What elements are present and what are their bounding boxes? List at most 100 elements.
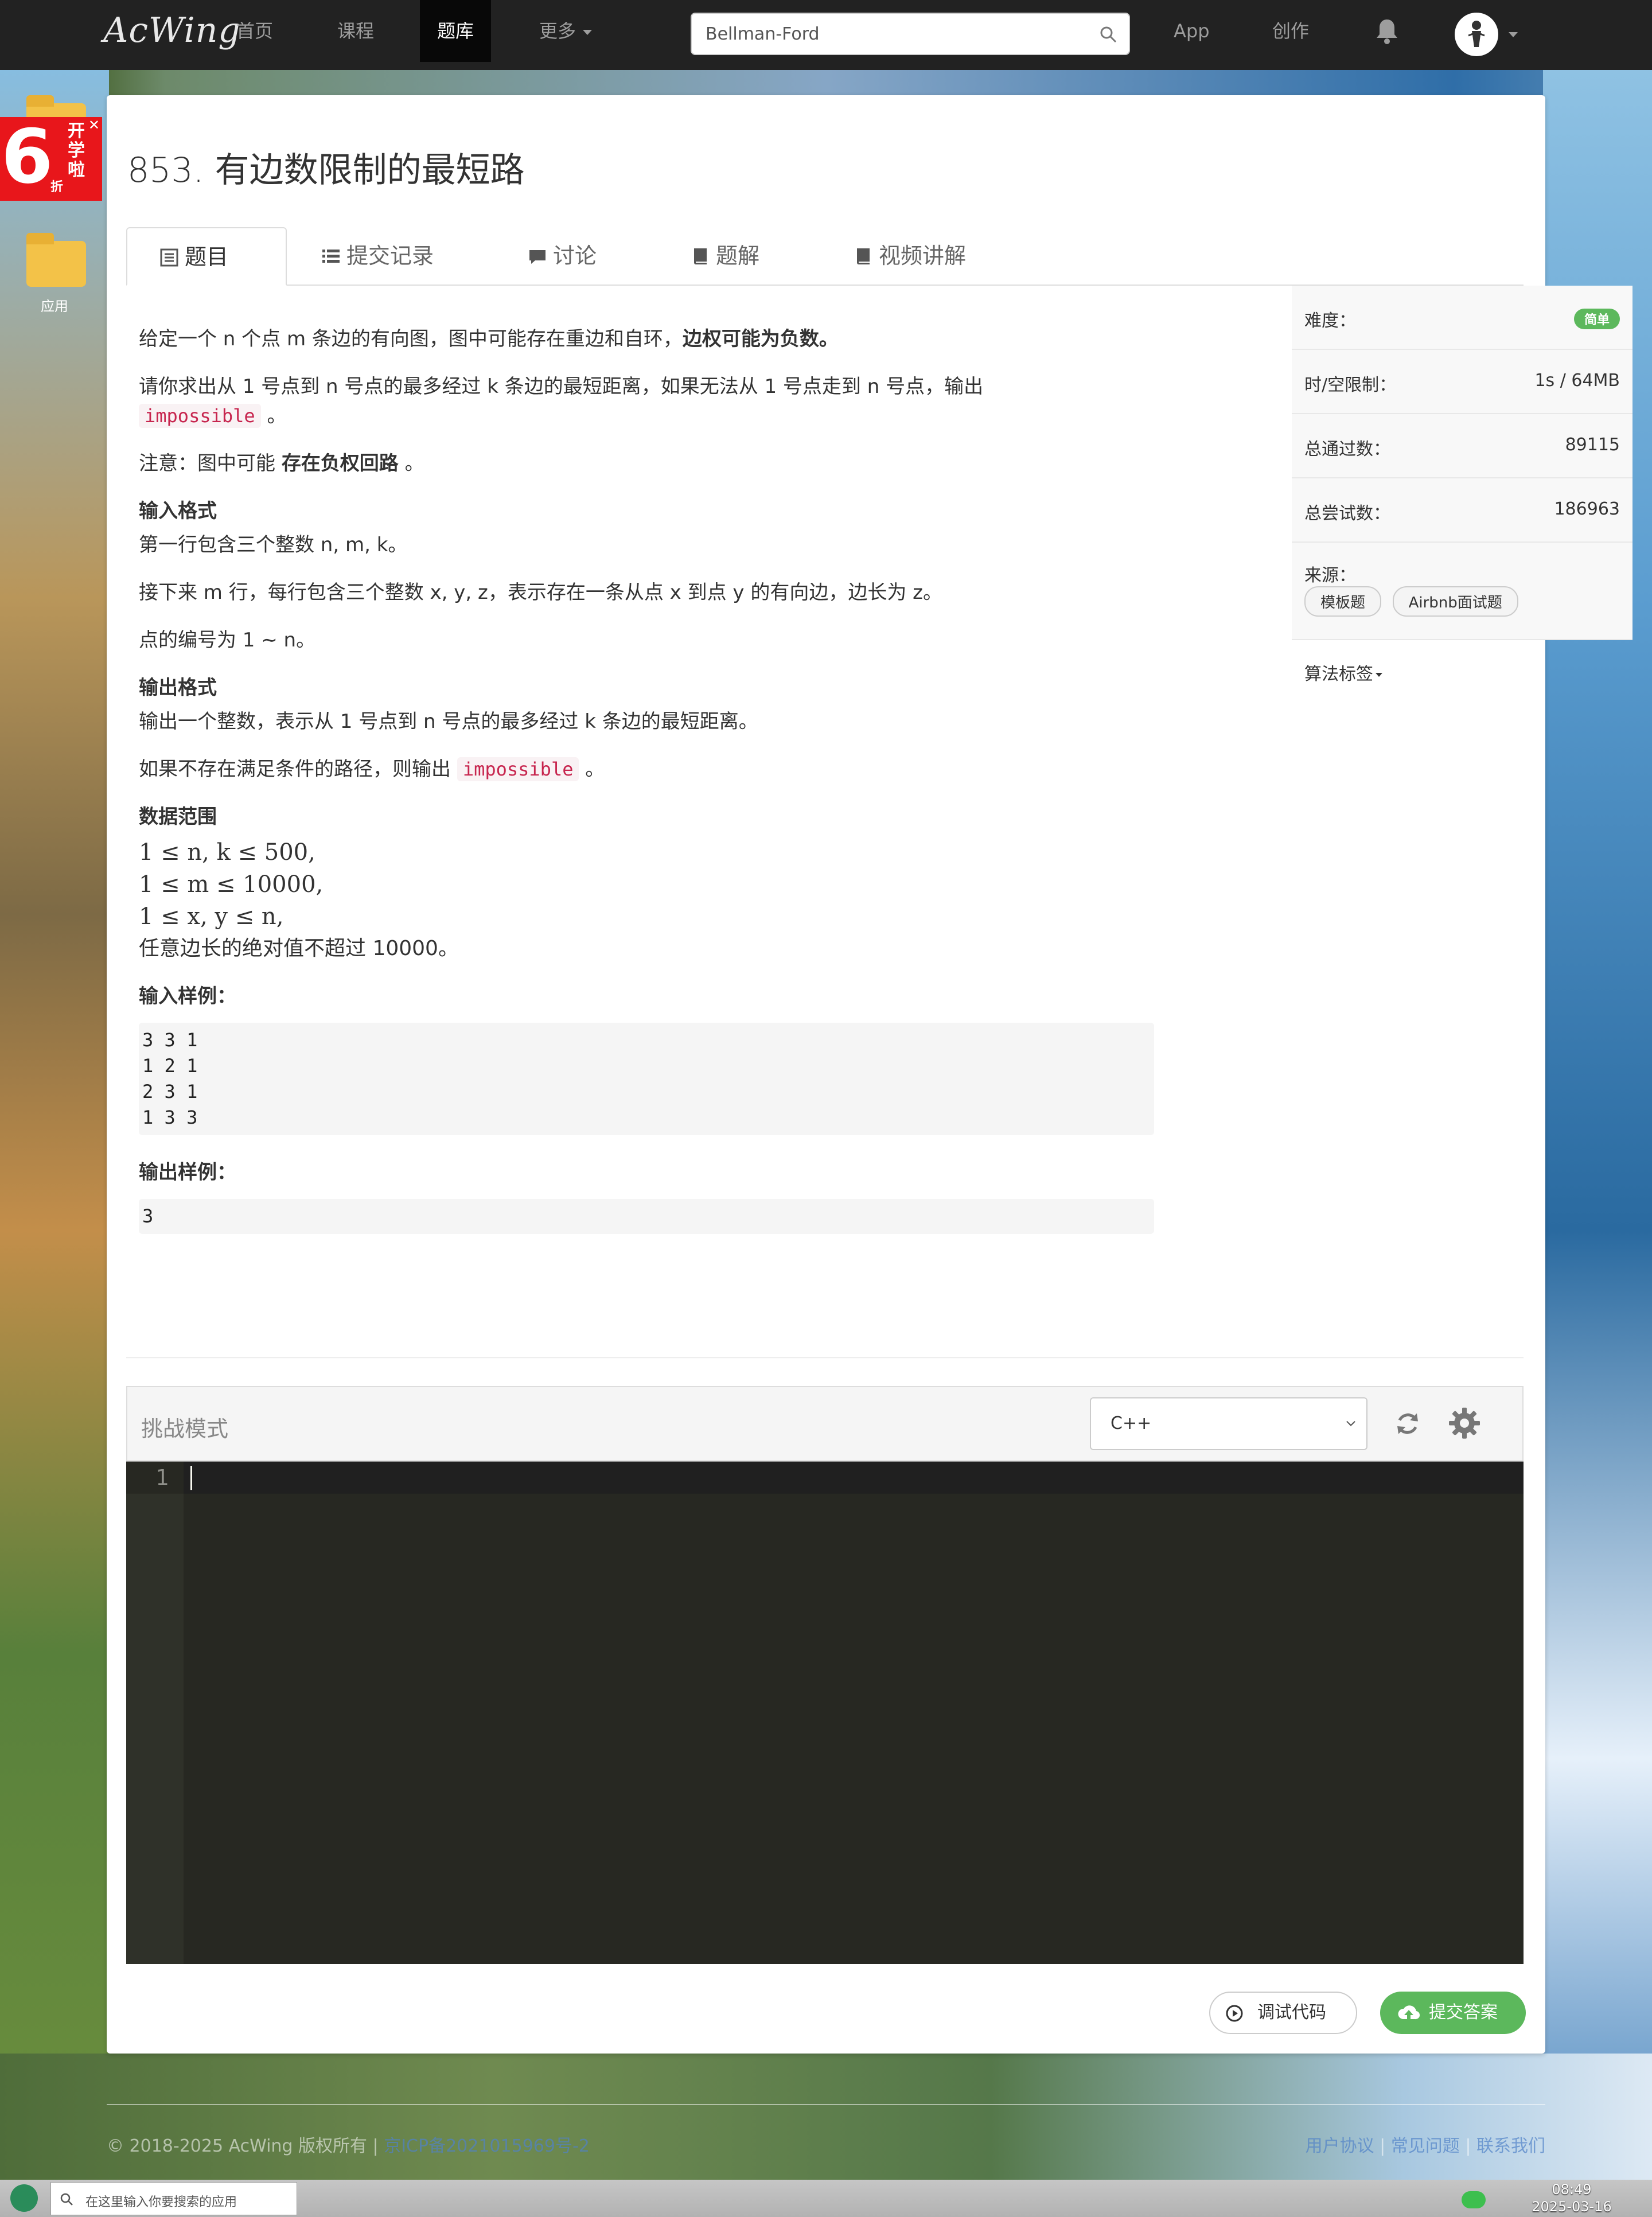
tab-problem[interactable]: 题目	[126, 227, 287, 286]
data-range-heading: 数据范围	[139, 805, 217, 828]
user-avatar[interactable]	[1455, 13, 1498, 56]
algo-tags-toggle[interactable]: 算法标签	[1304, 660, 1382, 685]
data-range: 1 ≤ n, k ≤ 500, 1 ≤ m ≤ 10000, 1 ≤ x, y …	[139, 836, 1166, 965]
footer-divider	[107, 2104, 1545, 2105]
sample-output-block[interactable]: 3	[139, 1199, 1154, 1234]
sample-input-line: 1 3 3	[142, 1106, 198, 1128]
clock-time: 08:49	[1552, 2181, 1592, 2197]
tab-solutions-label: 题解	[716, 243, 760, 268]
problem-title: 853. 有边数限制的最短路	[127, 150, 525, 190]
source-label: 来源：	[1304, 566, 1356, 586]
challenge-mode-label[interactable]: 挑战模式	[141, 1411, 228, 1443]
desktop-wallpaper-bottom	[0, 2054, 1652, 2180]
editor-gutter	[126, 1462, 184, 1964]
source-tag[interactable]: Airbnb面试题	[1392, 586, 1518, 617]
source-row: 来源： 模板题 Airbnb面试题	[1292, 543, 1632, 640]
problem-panel: 853. 有边数限制的最短路 题目 提交记录 讨论 题解 视频讲解 给定一个 n…	[107, 95, 1632, 2054]
limit-label: 时/空限制：	[1304, 375, 1397, 395]
nav-app[interactable]: App	[1156, 0, 1227, 62]
desktop-wallpaper-left	[0, 70, 109, 2181]
output-format-heading: 输出格式	[139, 676, 217, 699]
difficulty-row: 难度： 简单	[1292, 286, 1632, 350]
problem-info-sidebar: 难度： 简单 时/空限制： 1s / 64MB 总通过数： 89115 总尝试数…	[1292, 286, 1632, 704]
inline-code-impossible: impossible	[139, 404, 261, 428]
book-icon	[857, 248, 870, 264]
input-format-heading: 输入格式	[139, 500, 217, 523]
code-editor[interactable]: 1	[126, 1462, 1524, 1964]
range-line: 1 ≤ x, y ≤ n,	[139, 903, 284, 930]
sample-input-block[interactable]: 3 3 1 1 2 1 2 3 1 1 3 3	[139, 1023, 1154, 1135]
taskbar-search[interactable]: 在这里输入你要搜索的应用	[50, 2182, 297, 2215]
sample-input-heading: 输入样例：	[139, 985, 236, 1008]
tab-discussion[interactable]: 讨论	[496, 227, 633, 286]
sample-output-line: 3	[142, 1205, 154, 1227]
tried-row: 总尝试数： 186963	[1292, 478, 1632, 543]
sample-output-heading: 输出样例：	[139, 1161, 236, 1184]
range-line: 1 ≤ n, k ≤ 500,	[139, 839, 315, 866]
document-icon	[160, 248, 178, 267]
desktop-folder-icon[interactable]	[26, 233, 86, 287]
promo-number: 6	[1, 113, 53, 200]
tab-video[interactable]: 视频讲解	[821, 227, 993, 286]
editor-toolbar: 挑战模式 C++	[126, 1386, 1524, 1462]
tab-submissions-label: 提交记录	[346, 243, 434, 268]
footer-link-contact[interactable]: 联系我们	[1476, 2136, 1545, 2156]
promo-badge[interactable]: 6 开学啦 折 ✕	[0, 113, 102, 201]
nav-courses[interactable]: 课程	[320, 0, 391, 62]
debug-code-label: 调试代码	[1257, 2002, 1326, 2023]
tab-submissions[interactable]: 提交记录	[289, 227, 461, 286]
submit-answer-button[interactable]: 提交答案	[1380, 1992, 1526, 2034]
output-format-line-1: 输出一个整数，表示从 1 号点到 n 号点的最多经过 k 条边的最短距离。	[139, 710, 758, 733]
sample-input-line: 2 3 1	[142, 1081, 198, 1102]
refresh-icon[interactable]	[1393, 1409, 1423, 1439]
output-format-line-2: 如果不存在满足条件的路径，则输出 impossible 。	[139, 755, 1166, 784]
footer-link-terms[interactable]: 用户协议	[1306, 2136, 1374, 2156]
footer-link-faq[interactable]: 常见问题	[1391, 2136, 1460, 2156]
debug-code-button[interactable]: 调试代码	[1209, 1992, 1357, 2034]
desc-p3-end: 。	[404, 452, 424, 475]
range-line: 任意边长的绝对值不超过 10000。	[139, 937, 459, 960]
language-select[interactable]: C++	[1090, 1397, 1367, 1450]
difficulty-badge: 简单	[1573, 309, 1620, 329]
footer-links: 用户协议 | 常见问题 | 联系我们	[1305, 2136, 1545, 2156]
chevron-down-icon	[1346, 1421, 1355, 1427]
input-format-line-3: 点的编号为 1 ∼ n。	[139, 629, 316, 652]
chevron-down-icon	[1376, 673, 1382, 677]
start-menu-icon[interactable]	[10, 2184, 38, 2212]
desc-paragraph-3: 注意：图中可能 存在负权回路 。	[139, 449, 1166, 478]
avatar-chevron-down-icon[interactable]	[1509, 32, 1518, 37]
algo-tags-row[interactable]: 算法标签	[1292, 640, 1632, 704]
output-p2-end: 。	[585, 758, 605, 781]
bell-icon[interactable]	[1374, 17, 1400, 45]
passed-row: 总通过数： 89115	[1292, 414, 1632, 478]
range-line: 1 ≤ m ≤ 10000,	[139, 871, 324, 898]
search-icon	[60, 2193, 73, 2206]
promo-unit: 折	[50, 180, 64, 194]
problem-tabs: 题目 提交记录 讨论 题解 视频讲解	[126, 227, 1524, 286]
source-tag[interactable]: 模板题	[1304, 586, 1382, 617]
nav-create[interactable]: 创作	[1255, 0, 1326, 62]
footer-copyright: © 2018-2025 AcWing 版权所有 | 京ICP备202101596…	[107, 2132, 590, 2157]
tab-solutions[interactable]: 题解	[659, 227, 796, 286]
system-clock[interactable]: 08:49 2025-03-16	[1521, 2181, 1622, 2215]
gear-icon[interactable]	[1448, 1406, 1481, 1440]
input-format-line-2: 接下来 m 行，每行包含三个整数 x, y, z，表示存在一条从点 x 到点 y…	[139, 581, 942, 604]
copyright-text: © 2018-2025 AcWing 版权所有 |	[107, 2136, 384, 2156]
nav-more[interactable]: 更多	[522, 0, 609, 62]
taskbar-search-placeholder: 在这里输入你要搜索的应用	[85, 2195, 237, 2210]
problem-description: 给定一个 n 个点 m 条边的有向图，图中可能存在重边和自环，边权可能为负数。 …	[139, 325, 1166, 1257]
desc-paragraph-1: 给定一个 n 个点 m 条边的有向图，图中可能存在重边和自环，边权可能为负数。	[139, 325, 1166, 354]
promo-close-icon[interactable]: ✕	[88, 117, 100, 133]
nav-problems[interactable]: 题库	[420, 0, 492, 62]
search-icon[interactable]	[1099, 25, 1117, 44]
icp-link[interactable]: 京ICP备2021015969号-2	[384, 2136, 590, 2156]
sample-input-line: 1 2 1	[142, 1055, 198, 1077]
search-box[interactable]	[691, 13, 1130, 55]
nav-home[interactable]: 首页	[219, 0, 290, 62]
source-tags: 模板题 Airbnb面试题	[1304, 586, 1524, 617]
inline-code-impossible-2: impossible	[457, 757, 579, 781]
section-divider	[126, 1357, 1524, 1358]
sample-input-line: 3 3 1	[142, 1029, 198, 1051]
wechat-tray-icon[interactable]	[1462, 2191, 1486, 2208]
search-input[interactable]	[692, 14, 1082, 54]
